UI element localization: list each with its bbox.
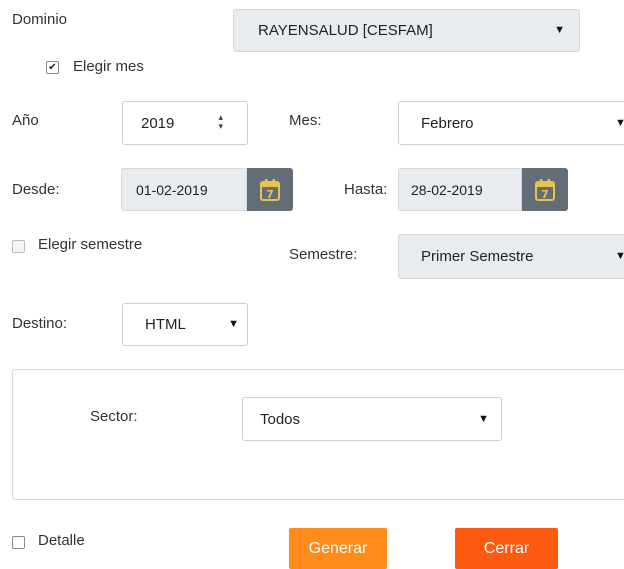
- chevron-down-icon: ▼: [478, 413, 489, 425]
- desde-calendar-button[interactable]: 7: [247, 168, 293, 211]
- spinner-arrows-icon[interactable]: ▴ ▾: [218, 113, 223, 131]
- hasta-calendar-button[interactable]: 7: [522, 168, 568, 211]
- anio-number-input[interactable]: 2019 ▴ ▾: [122, 101, 248, 145]
- chevron-down-icon: ▼: [615, 250, 624, 262]
- calendar-icon: 7: [260, 178, 280, 201]
- cerrar-button[interactable]: Cerrar: [455, 528, 558, 569]
- elegir-semestre-label: Elegir semestre: [38, 236, 143, 253]
- mes-value: Febrero: [421, 114, 474, 132]
- semestre-label: Semestre:: [289, 246, 358, 263]
- hasta-label: Hasta:: [344, 181, 388, 198]
- desde-label: Desde:: [12, 181, 60, 198]
- semestre-select[interactable]: Primer Semestre ▼: [398, 234, 624, 279]
- sector-label: Sector:: [90, 408, 138, 425]
- dominio-value: RAYENSALUD [CESFAM]: [258, 22, 433, 39]
- hasta-date-input[interactable]: 28-02-2019: [398, 168, 522, 211]
- detalle-checkbox[interactable]: [12, 536, 25, 549]
- desde-date-input[interactable]: 01-02-2019: [121, 168, 247, 211]
- sector-value: Todos: [260, 410, 301, 428]
- destino-label: Destino:: [12, 315, 68, 332]
- chevron-down-icon: ▼: [554, 24, 565, 36]
- generar-button[interactable]: Generar: [289, 528, 387, 569]
- chevron-down-icon: ▼: [228, 318, 239, 330]
- desde-value: 01-02-2019: [136, 181, 208, 198]
- semestre-value: Primer Semestre: [421, 248, 534, 265]
- sector-select[interactable]: Todos ▼: [242, 397, 502, 441]
- elegir-semestre-checkbox[interactable]: [12, 240, 25, 253]
- checkmark-icon: ✔: [48, 61, 57, 73]
- dominio-label: Dominio: [12, 11, 68, 28]
- anio-label: Año: [12, 112, 39, 129]
- elegir-mes-checkbox[interactable]: ✔: [46, 61, 59, 74]
- svg-text:7: 7: [266, 188, 274, 201]
- dominio-select[interactable]: RAYENSALUD [CESFAM] ▼: [233, 9, 580, 52]
- destino-select[interactable]: HTML ▼: [122, 303, 248, 346]
- detalle-label: Detalle: [38, 532, 85, 549]
- hasta-value: 28-02-2019: [411, 181, 483, 198]
- mes-select[interactable]: Febrero ▼: [398, 101, 624, 145]
- chevron-down-icon: ▼: [615, 117, 624, 129]
- anio-value: 2019: [141, 114, 175, 132]
- destino-value: HTML: [145, 316, 186, 333]
- calendar-icon: 7: [535, 178, 555, 201]
- mes-label: Mes:: [289, 112, 322, 129]
- elegir-mes-label: Elegir mes: [73, 58, 144, 75]
- svg-text:7: 7: [541, 188, 549, 201]
